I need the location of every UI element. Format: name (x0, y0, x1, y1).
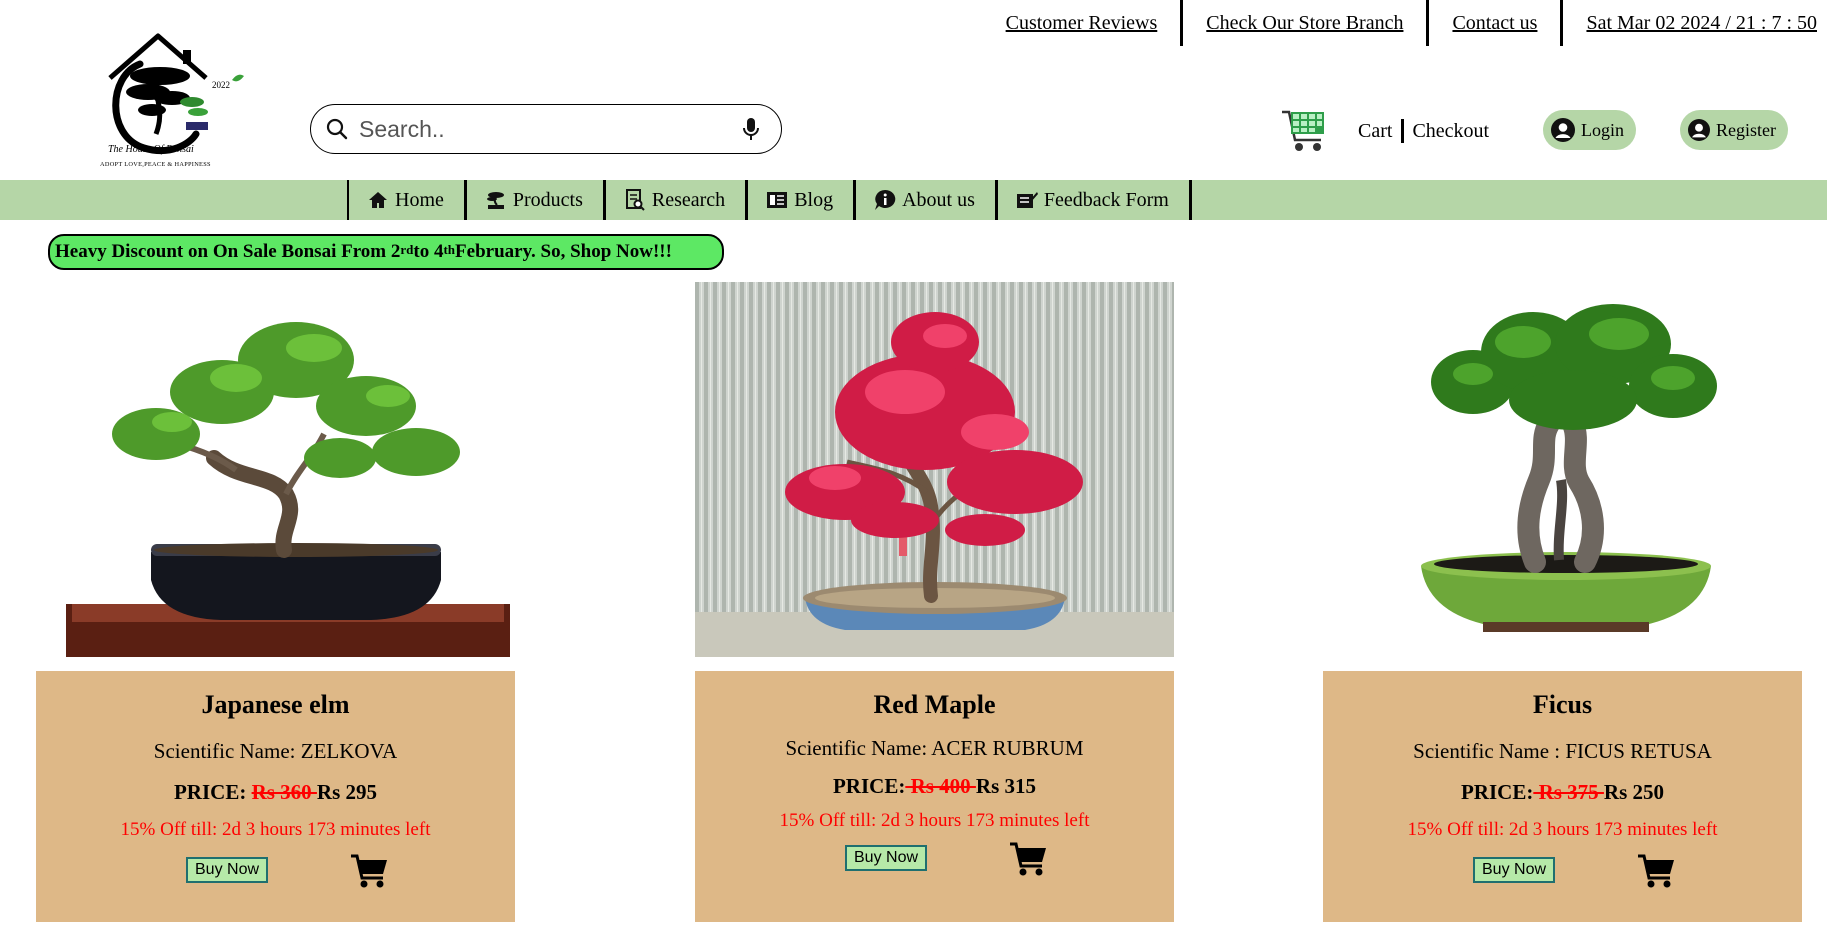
register-label: Register (1716, 119, 1776, 140)
offer-countdown: 15% Off till: 2d 3 hours 173 minutes lef… (1407, 819, 1718, 840)
customer-reviews-link[interactable]: Customer Reviews (983, 0, 1181, 46)
login-label: Login (1581, 119, 1624, 140)
banner-text: Heavy Discount on On Sale Bonsai From 2 (55, 241, 401, 262)
search-bar[interactable] (310, 104, 782, 154)
new-price: Rs 250 (1603, 780, 1665, 804)
bonsai-icon (485, 189, 507, 211)
nav-item-feedback-form[interactable]: Feedback Form (998, 180, 1192, 220)
buy-now-button[interactable]: Buy Now (186, 857, 269, 883)
buy-now-button[interactable]: Buy Now (845, 845, 928, 871)
product-image[interactable] (695, 282, 1174, 657)
nav-item-home[interactable]: Home (349, 180, 467, 220)
banner-text: to 4 (413, 241, 444, 262)
divider (1401, 119, 1405, 143)
scientific-name: Scientific Name: ZELKOVA (153, 739, 398, 763)
red-maple-bonsai-image (695, 282, 1174, 657)
feedback-icon (1016, 189, 1038, 211)
search-icon[interactable] (325, 117, 349, 141)
nav-label: Home (395, 188, 444, 211)
user-avatar-icon (1551, 118, 1575, 142)
buy-now-button[interactable]: Buy Now (1473, 857, 1556, 883)
price-label: PRICE: (1460, 780, 1534, 804)
product-price: PRICE: Rs 375 Rs 250 (1323, 780, 1802, 805)
product-card-red-maple: Red Maple Scientific Name: ACER RUBRUM P… (695, 282, 1174, 922)
top-links-bar: Customer Reviews Check Our Store Branch … (983, 0, 1827, 46)
offer-countdown: 15% Off till: 2d 3 hours 173 minutes lef… (779, 810, 1090, 831)
microphone-icon[interactable] (739, 117, 763, 141)
store-branch-link[interactable]: Check Our Store Branch (1183, 0, 1426, 46)
ficus-bonsai-image (1323, 282, 1802, 657)
search-input[interactable] (349, 115, 739, 143)
datetime-display: Sat Mar 02 2024 / 21 : 7 : 50 (1586, 11, 1817, 34)
scientific-name: Scientific Name: ACER RUBRUM (785, 736, 1084, 760)
product-info: Red Maple Scientific Name: ACER RUBRUM P… (695, 671, 1174, 922)
login-button[interactable]: Login (1543, 110, 1636, 150)
add-to-cart-icon[interactable] (1637, 853, 1675, 889)
product-name: Red Maple (873, 690, 996, 719)
japanese-elm-bonsai-image (36, 282, 515, 657)
nav-label: Blog (794, 188, 834, 211)
add-to-cart-icon[interactable] (350, 853, 388, 889)
add-to-cart-icon[interactable] (1009, 841, 1047, 877)
nav-label: About us (902, 188, 975, 211)
contact-us-link[interactable]: Contact us (1429, 0, 1560, 46)
banner-superscript: rd (400, 242, 414, 257)
product-card-japanese-elm: Japanese elm Scientific Name: ZELKOVA PR… (36, 282, 515, 922)
nav-label: Feedback Form (1043, 188, 1169, 211)
product-name: Japanese elm (201, 690, 350, 719)
product-image[interactable] (1323, 282, 1802, 657)
home-icon (367, 189, 389, 211)
product-image[interactable] (36, 282, 515, 657)
old-price: Rs 360 (251, 780, 317, 804)
nav-label: Products (512, 188, 583, 211)
nav-item-about-us[interactable]: About us (856, 180, 998, 220)
scientific-name: Scientific Name : FICUS RETUSA (1413, 739, 1712, 763)
cart-checkout-links: Cart Checkout (1358, 118, 1489, 144)
shopping-cart-icon[interactable] (1280, 106, 1328, 154)
nav-item-products[interactable]: Products (467, 180, 606, 220)
svg-text:The House Of Bonsai: The House Of Bonsai (108, 144, 194, 155)
price-label: PRICE: (832, 774, 906, 798)
old-price: Rs 400 (905, 774, 976, 798)
discount-banner: Heavy Discount on On Sale Bonsai From 2r… (48, 234, 724, 270)
old-price: Rs 375 (1533, 780, 1604, 804)
product-info: Ficus Scientific Name : FICUS RETUSA PRI… (1323, 671, 1802, 922)
new-price: Rs 295 (316, 780, 378, 804)
svg-text:ADOPT LOVE,PEACE & HAPPINESS: ADOPT LOVE,PEACE & HAPPINESS (100, 161, 211, 168)
svg-text:2022: 2022 (212, 80, 230, 90)
nav-label: Research (651, 188, 726, 211)
product-card-ficus: Ficus Scientific Name : FICUS RETUSA PRI… (1323, 282, 1802, 922)
house-of-bonsai-logo: 2022 The House Of Bonsai ADOPT LOVE,PEAC… (100, 33, 244, 168)
product-info: Japanese elm Scientific Name: ZELKOVA PR… (36, 671, 515, 922)
blog-icon (766, 189, 788, 211)
offer-countdown: 15% Off till: 2d 3 hours 173 minutes lef… (120, 819, 431, 840)
banner-superscript: th (443, 242, 456, 257)
cart-link[interactable]: Cart (1358, 120, 1392, 143)
site-logo[interactable]: 2022 The House Of Bonsai ADOPT LOVE,PEAC… (100, 16, 250, 168)
product-price: PRICE: Rs 360 Rs 295 (36, 780, 515, 805)
register-button[interactable]: Register (1680, 110, 1788, 150)
checkout-link[interactable]: Checkout (1412, 120, 1489, 143)
main-navigation: Home Products Research Blog About us Fee… (0, 180, 1827, 220)
user-avatar-icon (1688, 119, 1710, 141)
nav-item-research[interactable]: Research (606, 180, 749, 220)
product-name: Ficus (1532, 690, 1593, 719)
product-price: PRICE: Rs 400 Rs 315 (695, 774, 1174, 799)
new-price: Rs 315 (975, 774, 1037, 798)
price-label: PRICE: (173, 780, 252, 804)
banner-text: February. So, Shop Now!!! (455, 241, 672, 262)
nav-item-blog[interactable]: Blog (748, 180, 857, 220)
research-icon (624, 189, 646, 211)
info-icon (874, 189, 896, 211)
